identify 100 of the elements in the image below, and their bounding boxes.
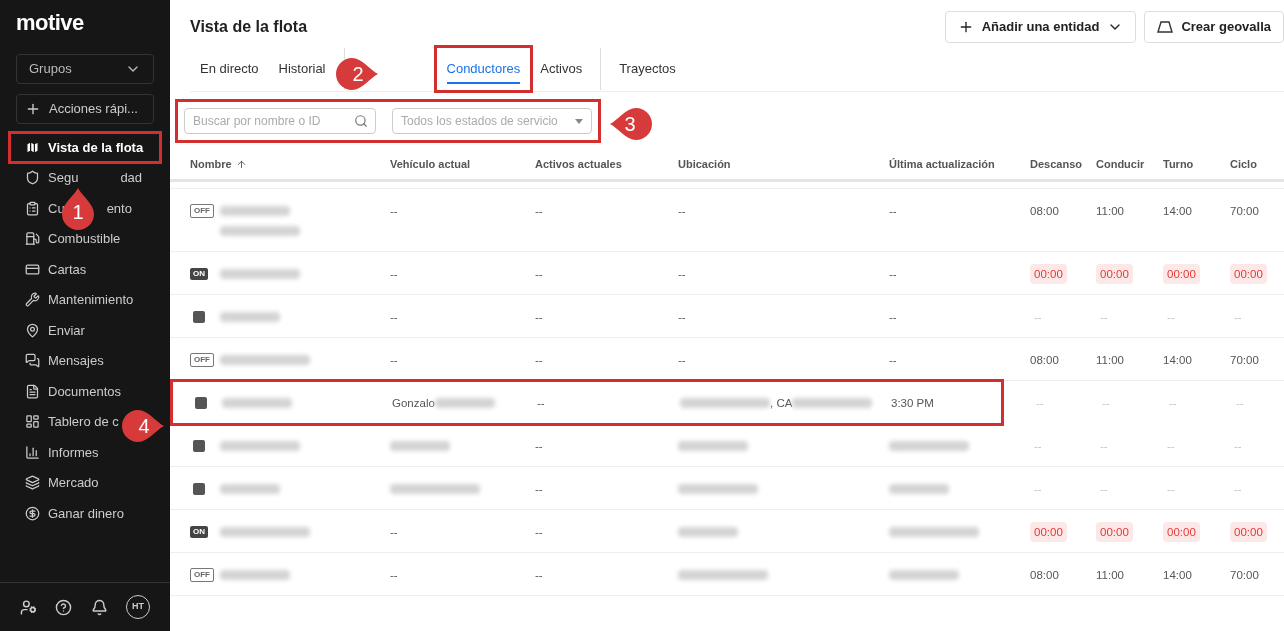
cell-text: , CA <box>770 396 793 411</box>
cell-text: -- <box>535 204 543 219</box>
cell-text: -- <box>390 267 398 282</box>
sidebar-item[interactable]: Mensajes <box>9 345 106 376</box>
table-row[interactable]: ON -- -- 00:00 00:00 00:00 00:00 <box>170 510 1284 553</box>
search-field[interactable]: Buscar por nombre o ID <box>184 108 376 134</box>
cell-text: -- <box>889 267 897 282</box>
sidebar-item[interactable]: Mantenimiento <box>9 284 136 315</box>
sidebar-item[interactable]: Segu <box>9 162 81 193</box>
tab[interactable]: Historial <box>268 47 336 90</box>
sidebar-item[interactable]: Documentos <box>9 376 123 407</box>
table-row[interactable]: -- -- -- -- -- <box>170 467 1284 510</box>
cell-text: -- <box>678 310 686 325</box>
help-icon[interactable] <box>55 598 73 616</box>
redacted-text <box>889 570 959 580</box>
sidebar-item[interactable]: Ganar dinero <box>9 498 126 529</box>
cell-text: 11:00 <box>1096 568 1124 583</box>
hours-alert-badge: 00:00 <box>1230 522 1267 542</box>
cell-text: 08:00 <box>1030 353 1059 368</box>
duty-status-badge: OFF <box>190 353 214 367</box>
table-row[interactable]: -- -- -- -- -- -- -- -- <box>170 295 1284 338</box>
column-header[interactable]: Conducir <box>1096 156 1145 173</box>
tab[interactable]: Conductores <box>436 47 531 90</box>
sidebar-item[interactable]: Combustible <box>9 223 123 254</box>
cell-text: -- <box>1035 396 1044 411</box>
sidebar-item-label: dad <box>120 169 143 187</box>
redacted-text <box>390 441 450 451</box>
sidebar-item[interactable]: Enviar <box>9 315 87 346</box>
status-square-icon <box>195 397 207 409</box>
column-header[interactable]: Descanso <box>1030 156 1082 173</box>
redacted-text <box>889 484 949 494</box>
redacted-text <box>220 484 280 494</box>
cell-text: -- <box>535 568 543 583</box>
status-square-icon <box>193 440 205 452</box>
menu-icon <box>25 139 40 155</box>
groups-dropdown[interactable]: Grupos <box>16 54 154 84</box>
column-header[interactable]: Ciclo <box>1230 156 1257 173</box>
cell-text: -- <box>1168 396 1177 411</box>
column-header[interactable]: Vehículo actual <box>390 156 471 173</box>
menu-icon <box>25 414 40 430</box>
header-button[interactable]: Añadir una entidad <box>944 11 1137 43</box>
table-row[interactable]: OFF -- -- 08:00 11:00 14:00 70:00 <box>170 553 1284 596</box>
hours-alert-badge: 00:00 <box>1163 522 1200 542</box>
menu-icon <box>25 261 40 277</box>
column-header[interactable]: Nombre <box>190 156 247 173</box>
sort-arrow-icon <box>235 159 247 170</box>
cell-text: -- <box>1099 310 1108 325</box>
redacted-text <box>220 570 290 580</box>
polygon-icon <box>1157 20 1174 34</box>
duty-status-badge: ON <box>190 526 208 538</box>
cell-text: -- <box>1033 482 1042 497</box>
logo: motive <box>16 12 85 34</box>
sidebar-item[interactable]: Mercado <box>9 467 101 498</box>
tab[interactable]: Activos <box>530 47 593 90</box>
header-button[interactable]: Crear geovalla <box>1144 11 1284 43</box>
table-row[interactable]: ON -- -- -- -- 00:00 00:00 00:00 00:00 <box>170 252 1284 295</box>
duty-status-badge: OFF <box>190 204 214 218</box>
column-header[interactable]: Última actualización <box>889 156 995 173</box>
table-row[interactable]: -- -- -- -- -- <box>170 424 1284 467</box>
cell-text: -- <box>537 396 545 411</box>
quick-actions-button[interactable]: Acciones rápi... <box>16 94 154 124</box>
tab[interactable]: Trayectos <box>609 47 686 90</box>
cell-text: 70:00 <box>1230 204 1259 219</box>
sidebar-item[interactable]: Tablero de c <box>9 406 121 437</box>
menu-icon <box>25 200 40 216</box>
column-header[interactable]: Ubicación <box>678 156 731 173</box>
sidebar-item[interactable]: Cartas <box>9 254 89 285</box>
sidebar-item[interactable]: Informes <box>9 437 101 468</box>
cell-text: -- <box>889 310 897 325</box>
hours-alert-badge: 00:00 <box>1230 264 1267 284</box>
cell-text: -- <box>1233 482 1242 497</box>
menu-icon <box>25 231 40 247</box>
menu-icon <box>25 383 40 399</box>
column-header[interactable]: Activos actuales <box>535 156 622 173</box>
cell-text: 14:00 <box>1163 568 1192 583</box>
plus-icon <box>25 101 41 117</box>
cell-text: 3:30 PM <box>891 396 934 411</box>
cell-text: -- <box>678 353 686 368</box>
hours-alert-badge: 00:00 <box>1096 522 1133 542</box>
tab[interactable]: En directo <box>190 47 269 90</box>
cell-text: -- <box>1235 396 1244 411</box>
cell-text: -- <box>390 525 398 540</box>
cell-text: 14:00 <box>1163 353 1192 368</box>
cell-text: 70:00 <box>1230 353 1259 368</box>
sidebar-item[interactable]: Vista de la flota <box>9 132 161 163</box>
cell-text: -- <box>535 525 543 540</box>
notifications-icon[interactable] <box>90 598 108 616</box>
column-header[interactable]: Turno <box>1163 156 1194 173</box>
cell-text: -- <box>535 353 543 368</box>
cell-text: 08:00 <box>1030 568 1059 583</box>
menu-icon <box>25 444 40 460</box>
user-settings-icon[interactable] <box>20 598 37 616</box>
cell-text: -- <box>678 204 686 219</box>
menu-icon <box>25 170 40 186</box>
redacted-text <box>434 398 495 408</box>
menu-icon <box>25 353 40 369</box>
cell-text: -- <box>889 353 897 368</box>
hours-alert-badge: 00:00 <box>1163 264 1200 284</box>
table-row[interactable]: OFF -- -- -- -- 08:00 11:00 14:00 70:00 <box>170 189 1284 252</box>
table-row[interactable]: OFF -- -- -- -- 08:00 11:00 14:00 70:00 <box>170 338 1284 381</box>
